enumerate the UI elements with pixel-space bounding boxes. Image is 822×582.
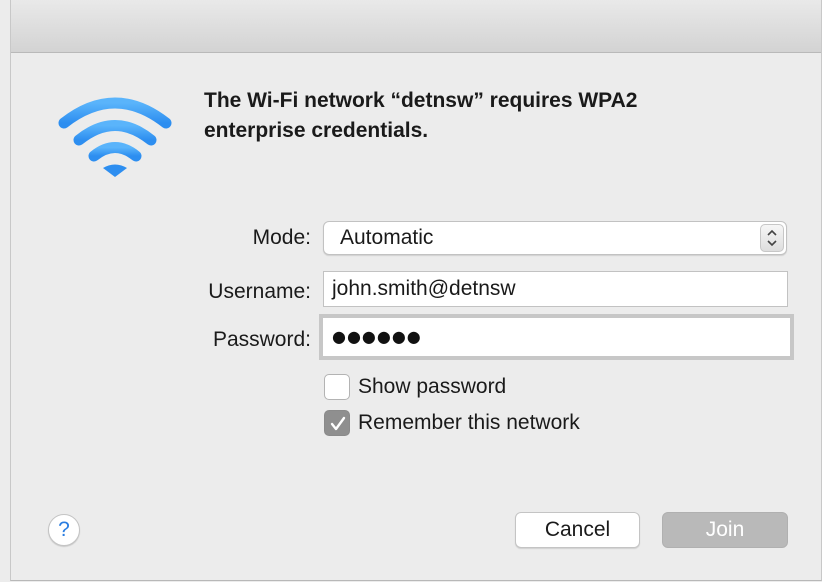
mode-select[interactable]: Automatic	[323, 221, 787, 255]
message-line-2: enterprise credentials.	[204, 119, 429, 142]
username-label: Username:	[208, 280, 311, 303]
chevron-up-down-icon	[760, 224, 784, 252]
show-password-checkbox[interactable]	[324, 374, 350, 400]
join-button[interactable]: Join	[662, 512, 788, 548]
password-field[interactable]: ●●●●●●	[319, 314, 794, 360]
help-button[interactable]: ?	[48, 514, 80, 546]
cancel-button[interactable]: Cancel	[515, 512, 640, 548]
wifi-credentials-dialog: The Wi-Fi network “detnsw” requires WPA2…	[10, 0, 822, 581]
dialog-message: The Wi-Fi network “detnsw” requires WPA2…	[204, 86, 784, 146]
username-field[interactable]: john.smith@detnsw	[323, 271, 788, 307]
mode-select-value: Automatic	[340, 226, 434, 249]
remember-network-checkbox[interactable]	[324, 410, 350, 436]
password-label: Password:	[212, 328, 311, 351]
remember-network-label[interactable]: Remember this network	[358, 411, 580, 435]
message-line-1: The Wi-Fi network “detnsw” requires WPA2	[204, 89, 638, 112]
show-password-label[interactable]: Show password	[358, 375, 506, 399]
title-bar[interactable]	[11, 0, 821, 53]
mode-label: Mode:	[252, 226, 311, 249]
wifi-icon	[56, 93, 174, 179]
checkmark-icon	[330, 416, 346, 431]
